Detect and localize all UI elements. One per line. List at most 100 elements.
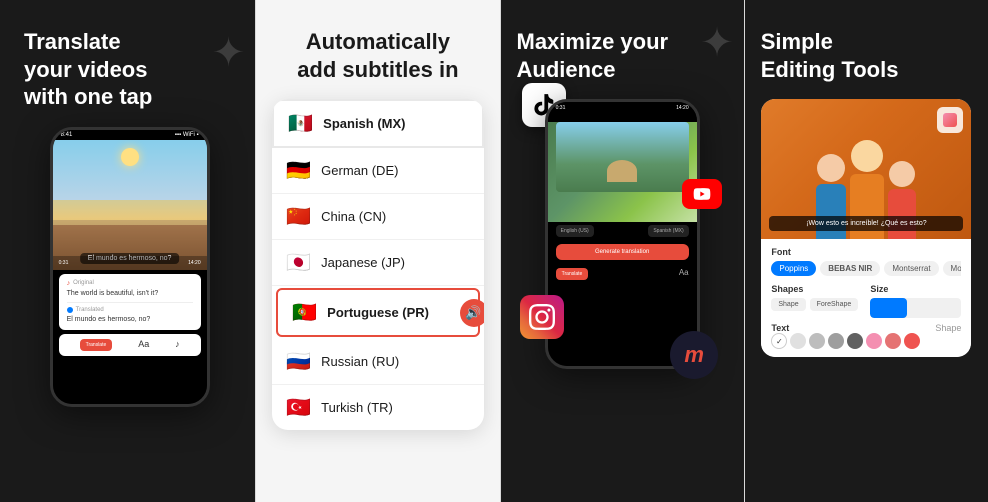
signal-icons: ▪▪▪ WiFi ▪ [175, 132, 199, 138]
translated-text: El mundo es hermoso, no? [67, 315, 193, 324]
lang-from-selector[interactable]: English (US) [556, 225, 594, 237]
panel-translate: ✦ Translateyour videosEl mundo es hermos… [0, 0, 255, 502]
flag-pt: 🇵🇹 [292, 300, 317, 325]
text-color-row: Text Shape [771, 323, 961, 333]
lang-name-german: German (DE) [321, 163, 398, 178]
font-bebas[interactable]: BEBAS NIR [820, 261, 880, 276]
lang-name-russian: Russian (RU) [321, 354, 399, 369]
video-time-left: 0:31 [59, 260, 69, 266]
generate-translation-btn[interactable]: Generate translation [556, 244, 689, 260]
panel-audience: ✦ Maximize yourAudience 0:31 14:20 [501, 0, 744, 502]
edit-caption-bubble: ¡Wow esto es increíble! ¿Qué es esto? [769, 216, 963, 231]
color-swatch-6[interactable] [885, 333, 901, 349]
time-display: 8:41 [61, 132, 73, 138]
language-list: 🇲🇽 Spanish (MX) 🇩🇪 German (DE) 🇨🇳 China … [272, 99, 483, 430]
youtube-logo [682, 179, 722, 209]
font-icon: Aa [138, 339, 149, 351]
panel-1-title: Translateyour videosEl mundo es hermoso,… [24, 28, 235, 111]
audience-phone: 0:31 14:20 English (US) Spanish (MX) [545, 99, 700, 369]
lang-name-japanese: Japanese (JP) [321, 255, 405, 270]
shapes-row: Shape ForeShape [771, 298, 862, 311]
panel-4-title: SimpleEditing Tools [761, 28, 972, 83]
person-1-head [817, 154, 845, 182]
instagram-logo [520, 295, 564, 339]
audience-video-inner [556, 122, 689, 192]
font-poppins[interactable]: Poppins [771, 261, 816, 276]
color-swatch-4[interactable] [847, 333, 863, 349]
panel-editing: SimpleEditing Tools [745, 0, 988, 502]
dog-silhouette [607, 160, 637, 182]
edit-photo-area: ¡Wow esto es increíble! ¿Qué es esto? [761, 99, 971, 239]
original-text: The world is beautiful, isn't it? [67, 289, 193, 298]
aa-icon: Aa [679, 268, 689, 280]
music-icon: ♪ [175, 339, 180, 351]
shape-chip-2[interactable]: ForeShape [810, 298, 859, 311]
font-montserrat-2[interactable]: Mon [943, 261, 962, 276]
color-row: ✓ [771, 333, 961, 349]
translate-button[interactable]: Translate [80, 339, 113, 351]
editing-card: ¡Wow esto es increíble! ¿Qué es esto? Fo… [761, 99, 971, 357]
lang-item-japanese[interactable]: 🇯🇵 Japanese (JP) [272, 240, 483, 286]
flag-mx: 🇲🇽 [288, 111, 313, 136]
font-section-label: Font [771, 247, 961, 257]
size-section-label: Size [870, 284, 961, 294]
lang-name-portuguese: Portuguese (PR) [327, 305, 429, 320]
lang-name-turkish: Turkish (TR) [321, 400, 393, 415]
panel-2-title: Automaticallyadd subtitles in [272, 28, 483, 83]
lang-name-spanish: Spanish (MX) [323, 116, 405, 131]
color-swatch-check[interactable]: ✓ [771, 333, 787, 349]
translated-label-row: Translated [67, 307, 193, 313]
sky-bg [53, 140, 207, 200]
phone-bottom-bar: Translate Aa ♪ [59, 334, 201, 356]
audience-time: 0:31 [556, 105, 566, 111]
lang-item-german[interactable]: 🇩🇪 German (DE) [272, 148, 483, 194]
color-swatch-3[interactable] [828, 333, 844, 349]
size-slider-fill [870, 298, 906, 318]
lang-to-selector[interactable]: Spanish (MX) [648, 225, 688, 237]
edit-controls-area: Font Poppins BEBAS NIR Montserrat Mon Sh… [761, 239, 971, 357]
flag-ru: 🇷🇺 [286, 349, 311, 374]
audience-phone-wrapper: 0:31 14:20 English (US) Spanish (MX) [542, 99, 702, 369]
blue-dot-icon [67, 307, 73, 313]
flag-jp: 🇯🇵 [286, 250, 311, 275]
color-swatch-1[interactable] [790, 333, 806, 349]
audience-video [548, 122, 697, 222]
park-scene [556, 122, 689, 192]
color-swatch-7[interactable] [904, 333, 920, 349]
shape-chip-1[interactable]: Shape [771, 298, 805, 311]
lang-item-turkish[interactable]: 🇹🇷 Turkish (TR) [272, 385, 483, 430]
lang-item-china[interactable]: 🇨🇳 China (CN) [272, 194, 483, 240]
two-col-section: Shapes Shape ForeShape Size [771, 284, 961, 318]
card-divider [67, 302, 193, 303]
flag-cn: 🇨🇳 [286, 204, 311, 229]
phone-video-area: El mundo es hermoso, no? 0:31 14:20 [53, 140, 207, 270]
edit-icon-shape [943, 113, 957, 127]
lang-item-russian[interactable]: 🇷🇺 Russian (RU) [272, 339, 483, 385]
panel-subtitles: Automaticallyadd subtitles in ✓ 🇲🇽 Spani… [256, 0, 499, 502]
phone-bottom-icons: Translate Aa [548, 264, 697, 284]
panel-3-title: Maximize yourAudience [517, 28, 728, 83]
lang-name-china: China (CN) [321, 209, 386, 224]
original-label: ♪ Original [67, 280, 193, 287]
audience-screen: 0:31 14:20 English (US) Spanish (MX) [548, 102, 697, 366]
color-swatch-2[interactable] [809, 333, 825, 349]
shapes-col: Shapes Shape ForeShape [771, 284, 862, 318]
size-col: Size [870, 284, 961, 318]
font-row: Poppins BEBAS NIR Montserrat Mon [771, 261, 961, 276]
video-time-right: 14:20 [188, 260, 201, 266]
person-2-head [851, 140, 883, 172]
video-controls: 0:31 14:20 [53, 256, 207, 270]
color-swatch-5[interactable] [866, 333, 882, 349]
flag-tr: 🇹🇷 [286, 395, 311, 420]
size-slider[interactable] [870, 298, 961, 318]
lang-item-portuguese[interactable]: 🇵🇹 Portuguese (PR) 🔊 [276, 288, 479, 337]
flag-de: 🇩🇪 [286, 158, 311, 183]
speaker-icon: 🔊 [460, 299, 484, 327]
audience-time-right: 14:20 [676, 105, 689, 111]
language-list-container: ✓ 🇲🇽 Spanish (MX) 🇩🇪 German (DE) 🇨🇳 Chin… [272, 99, 483, 430]
translate-bottom-btn[interactable]: Translate [556, 268, 589, 280]
lang-item-spanish[interactable]: 🇲🇽 Spanish (MX) [272, 99, 483, 148]
edit-small-icon [937, 107, 963, 133]
m-brand-logo: m [670, 331, 718, 379]
font-montserrat[interactable]: Montserrat [884, 261, 938, 276]
